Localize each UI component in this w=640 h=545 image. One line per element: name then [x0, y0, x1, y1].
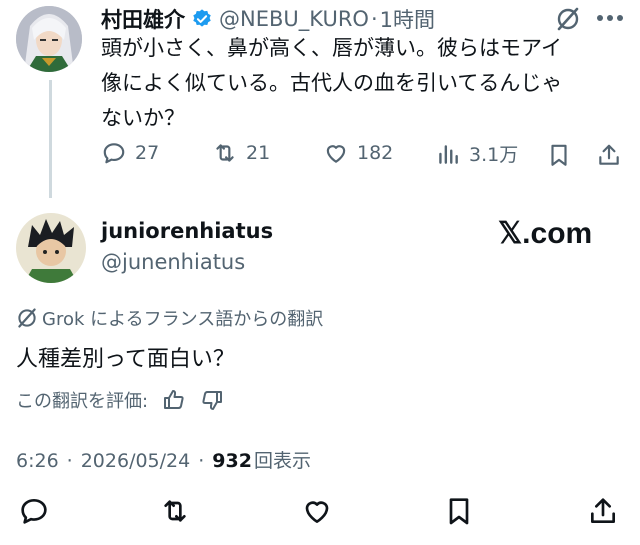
bookmark-icon[interactable] [546, 142, 572, 168]
tweet-meta: 6:26 · 2026/05/24 · 932 回表示 [16, 446, 311, 473]
like-count: 182 [357, 142, 394, 164]
main-tweet-text: 人種差別って面白い？ [16, 347, 235, 372]
translation-label[interactable]: Grok によるフランス語からの翻訳 [42, 305, 323, 331]
repost-icon[interactable] [159, 495, 191, 527]
repost-icon [216, 144, 234, 162]
share-icon[interactable] [587, 495, 619, 527]
quoted-tweet-text: 頭が小さく、鼻が高く、唇が薄い。彼らはモアイ 像によく似ている。古代人の血を引い… [101, 31, 631, 136]
author-name[interactable]: 村田雄介 [101, 4, 185, 34]
repost-count: 21 [246, 142, 271, 164]
more-icon[interactable] [596, 14, 624, 22]
view-count: 932 [212, 450, 252, 472]
reply-button[interactable]: 27 [101, 140, 159, 166]
share-icon[interactable] [596, 142, 622, 168]
separator: · [198, 450, 205, 472]
separator: · [370, 7, 378, 31]
views-icon [439, 144, 458, 164]
avatar-quoted-author[interactable] [16, 6, 82, 72]
reply-icon[interactable] [18, 495, 50, 527]
tweet-date[interactable]: 2026/05/24 [81, 450, 191, 472]
bookmark-icon[interactable] [443, 495, 475, 527]
avatar-main-author[interactable] [16, 213, 86, 283]
separator: · [66, 450, 73, 472]
author-handle[interactable]: @junenhiatus [101, 250, 245, 274]
like-button[interactable]: 182 [323, 140, 393, 166]
avatar-image [16, 6, 82, 72]
thumbs-up-icon[interactable] [162, 388, 186, 412]
author-handle[interactable]: @NEBU_KURO [219, 7, 369, 31]
reply-icon [103, 143, 125, 164]
thread-line [49, 80, 52, 198]
thumbs-down-icon[interactable] [200, 388, 224, 412]
reply-count: 27 [135, 142, 160, 164]
view-count: 3.1万 [469, 144, 519, 166]
text-line: 像によく似ている。古代人の血を引いてるんじゃ [101, 71, 563, 95]
verified-badge-icon [191, 8, 213, 30]
author-name[interactable]: juniorenhiatus [101, 219, 273, 243]
text-line: 頭が小さく、鼻が高く、唇が薄い。彼らはモアイ [101, 36, 562, 60]
text-line: ないか？ [101, 106, 185, 130]
tweet-time[interactable]: 6:26 [16, 450, 59, 472]
views-label: 回表示 [253, 450, 311, 472]
rate-label: この翻訳を評価: [16, 391, 149, 412]
x-com-watermark: 𝕏.com [498, 217, 593, 250]
timestamp[interactable]: 1時間 [380, 4, 435, 34]
grok-icon[interactable] [555, 6, 581, 32]
grok-icon [16, 307, 38, 329]
like-icon [326, 145, 346, 163]
translation-row: Grok によるフランス語からの翻訳 [16, 305, 323, 331]
views-button[interactable]: 3.1万 [435, 140, 518, 167]
rate-translation-row: この翻訳を評価: [16, 387, 224, 413]
repost-button[interactable]: 21 [212, 140, 270, 166]
like-icon[interactable] [301, 495, 333, 527]
quoted-header: 村田雄介 @NEBU_KURO · 1時間 [101, 4, 435, 34]
avatar-image [16, 213, 86, 283]
